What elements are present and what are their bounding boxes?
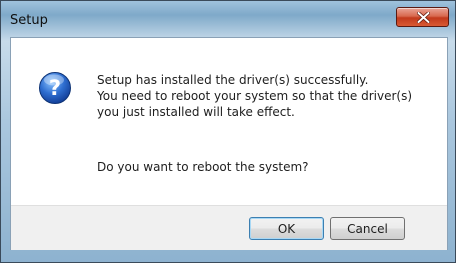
question-text: Do you want to reboot the system? xyxy=(97,160,309,174)
svg-text:?: ? xyxy=(49,76,61,100)
ok-button[interactable]: OK xyxy=(249,217,324,240)
dialog-window: Setup ? Setup has installed the driver(s… xyxy=(0,0,456,263)
message-line: Setup has installed the driver(s) succes… xyxy=(97,73,369,87)
close-icon xyxy=(417,12,430,23)
message-line: You need to reboot your system so that t… xyxy=(97,89,413,103)
cancel-button[interactable]: Cancel xyxy=(330,217,405,240)
dialog-body: ? Setup has installed the driver(s) succ… xyxy=(10,37,448,250)
question-icon: ? xyxy=(39,72,71,104)
button-bar: OK Cancel xyxy=(11,205,447,250)
message-line: you just installed will take effect. xyxy=(97,105,295,119)
title-bar[interactable]: Setup xyxy=(7,7,449,37)
window-title: Setup xyxy=(10,13,48,28)
message-text: Setup has installed the driver(s) succes… xyxy=(97,72,412,120)
close-button[interactable] xyxy=(396,7,449,27)
